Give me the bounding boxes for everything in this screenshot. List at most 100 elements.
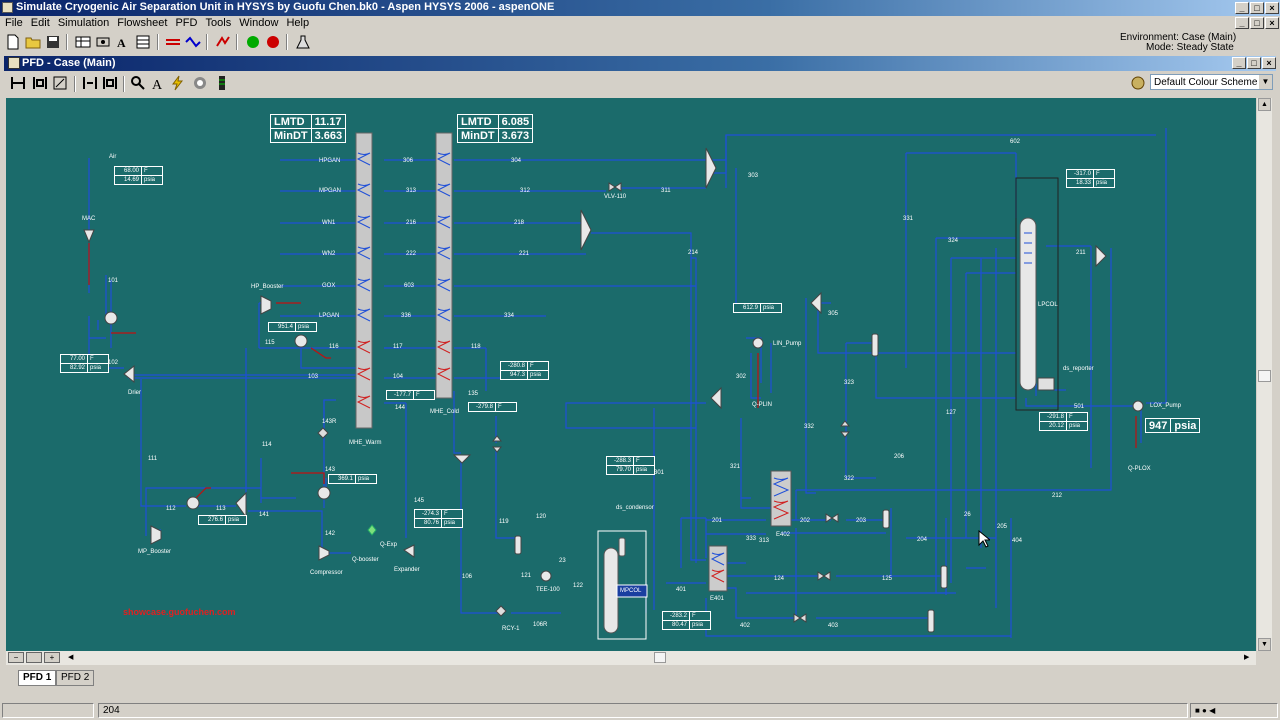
label-mhe_warm[interactable]: MHE_Warm xyxy=(349,440,381,446)
label-s206[interactable]: 206 xyxy=(894,454,904,460)
label-ds_cond[interactable]: ds_condensor xyxy=(616,505,654,511)
stream-box-s145[interactable]: -274.3 F 80.76 psia xyxy=(414,509,463,528)
horizontal-scroll-thumb[interactable] xyxy=(654,652,666,663)
label-s205[interactable]: 205 xyxy=(997,524,1007,530)
font-icon[interactable]: A xyxy=(115,34,131,50)
label-s104[interactable]: 104 xyxy=(393,374,403,380)
label-s202[interactable]: 202 xyxy=(800,518,810,524)
label-lpgan[interactable]: LPGAN xyxy=(319,313,339,319)
label-vlv110[interactable]: VLV-110 xyxy=(604,194,626,200)
workbook-icon[interactable] xyxy=(75,34,91,50)
stream-box-air[interactable]: 68.00 F 14.69 psia xyxy=(114,166,163,185)
label-s122[interactable]: 122 xyxy=(573,583,583,589)
label-air[interactable]: Air xyxy=(109,154,116,160)
zoom-in-icon[interactable] xyxy=(82,75,98,91)
scroll-left-icon[interactable]: ◀ xyxy=(68,652,80,664)
label-drier[interactable]: Drier xyxy=(128,390,141,396)
size-mode-icon[interactable] xyxy=(10,75,26,91)
label-s118[interactable]: 118 xyxy=(471,344,481,350)
label-gox[interactable]: GOX xyxy=(322,283,335,289)
expand-icon[interactable]: + xyxy=(44,652,60,663)
flask-icon[interactable] xyxy=(295,34,311,50)
label-s201[interactable]: 201 xyxy=(712,518,722,524)
label-lox_pump[interactable]: LOX_Pump xyxy=(1150,403,1181,409)
label-s333[interactable]: 333 xyxy=(746,536,756,542)
label-s218[interactable]: 218 xyxy=(514,220,524,226)
label-s402[interactable]: 402 xyxy=(740,623,750,629)
label-e401[interactable]: E401 xyxy=(710,596,724,602)
label-s135[interactable]: 135 xyxy=(468,391,478,397)
label-s102[interactable]: 102 xyxy=(108,360,118,366)
label-s321[interactable]: 321 xyxy=(730,464,740,470)
close-icon[interactable]: × xyxy=(1265,2,1279,14)
label-s204[interactable]: 204 xyxy=(917,537,927,543)
label-s113[interactable]: 113 xyxy=(216,506,226,512)
label-compressor[interactable]: Compressor xyxy=(310,570,343,576)
stream-box-s135[interactable]: -279.8 F xyxy=(468,402,517,412)
label-s322[interactable]: 322 xyxy=(844,476,854,482)
label-lpcol[interactable]: LPCOL xyxy=(1038,302,1058,308)
label-text-icon[interactable]: A xyxy=(150,75,166,91)
label-s106r[interactable]: 106R xyxy=(533,622,547,628)
menu-window[interactable]: Window xyxy=(239,16,278,30)
label-s106[interactable]: 106 xyxy=(462,574,472,580)
label-s332[interactable]: 332 xyxy=(804,424,814,430)
label-s112[interactable]: 112 xyxy=(166,506,176,512)
stream-box-s118[interactable]: -280.8 F 947.3 psia xyxy=(500,361,549,380)
label-s305[interactable]: 305 xyxy=(828,311,838,317)
stream-box-exp[interactable]: 369.1 psia xyxy=(328,474,377,484)
label-s203[interactable]: 203 xyxy=(856,518,866,524)
label-q_plox[interactable]: Q-PLOX xyxy=(1128,466,1151,472)
menu-edit[interactable]: Edit xyxy=(31,16,50,30)
label-s216[interactable]: 216 xyxy=(406,220,416,226)
label-s125[interactable]: 125 xyxy=(882,576,892,582)
menu-tools[interactable]: Tools xyxy=(206,16,232,30)
colour-icon[interactable] xyxy=(192,75,208,91)
stream-box-mpb[interactable]: 276.6 psia xyxy=(198,515,247,525)
label-s143[interactable]: 143 xyxy=(325,467,335,473)
label-mhe_cold[interactable]: MHE_Cold xyxy=(430,409,459,415)
lightning-icon[interactable] xyxy=(170,75,186,91)
label-s120[interactable]: 120 xyxy=(536,514,546,520)
label-s313[interactable]: 313 xyxy=(406,188,416,194)
label-s602[interactable]: 602 xyxy=(1010,139,1020,145)
pfd-icon[interactable] xyxy=(95,34,111,50)
label-ds_reb[interactable]: ds_reporter xyxy=(1063,366,1094,372)
label-s311[interactable]: 311 xyxy=(661,188,671,194)
object-palette-icon[interactable] xyxy=(215,34,231,50)
doc-restore-icon[interactable]: □ xyxy=(1250,17,1264,29)
vertical-scrollbar[interactable]: ▲ ▼ xyxy=(1257,98,1272,651)
palette-icon[interactable] xyxy=(214,75,230,91)
tab-pfd-1[interactable]: PFD 1 xyxy=(18,670,57,686)
stream-box-s501[interactable]: -291.8 F 20.12 psia xyxy=(1039,412,1088,431)
stream-icon[interactable] xyxy=(165,34,181,50)
label-e402[interactable]: E402 xyxy=(776,532,790,538)
menu-pfd[interactable]: PFD xyxy=(175,16,197,30)
zoom-out-icon[interactable] xyxy=(102,75,118,91)
label-s404[interactable]: 404 xyxy=(1012,538,1022,544)
stream-box-s301[interactable]: -288.3 F 79.70 psia xyxy=(606,456,655,475)
label-s603[interactable]: 603 xyxy=(404,283,414,289)
label-s26[interactable]: 26 xyxy=(964,512,971,518)
scroll-up-icon[interactable]: ▲ xyxy=(1258,98,1271,111)
attach-mode-icon[interactable] xyxy=(52,75,68,91)
pfd-close-icon[interactable]: × xyxy=(1262,57,1276,69)
label-mpcol[interactable]: MPCOL xyxy=(620,588,641,594)
label-s141[interactable]: 141 xyxy=(259,512,269,518)
horizontal-scrollbar[interactable]: − + ◀ ▶ xyxy=(6,651,1256,665)
label-mac[interactable]: MAC xyxy=(82,216,95,222)
label-hpgan[interactable]: HPGAN xyxy=(319,158,340,164)
label-lin_pump[interactable]: LIN_Pump xyxy=(773,341,801,347)
label-mp_booster[interactable]: MP_Booster xyxy=(138,549,171,555)
label-s142[interactable]: 142 xyxy=(325,531,335,537)
label-q_plin[interactable]: Q-PLIN xyxy=(752,402,772,408)
label-rcy[interactable]: RCY-1 xyxy=(502,626,519,632)
label-s401[interactable]: 401 xyxy=(676,587,686,593)
label-s114[interactable]: 114 xyxy=(262,442,272,448)
solver-active-icon[interactable] xyxy=(245,34,261,50)
label-s115[interactable]: 115 xyxy=(265,340,275,346)
pfd-minimize-icon[interactable]: _ xyxy=(1232,57,1246,69)
label-s212[interactable]: 212 xyxy=(1052,493,1062,499)
vertical-scroll-thumb[interactable] xyxy=(1258,370,1271,382)
label-s323[interactable]: 323 xyxy=(844,380,854,386)
